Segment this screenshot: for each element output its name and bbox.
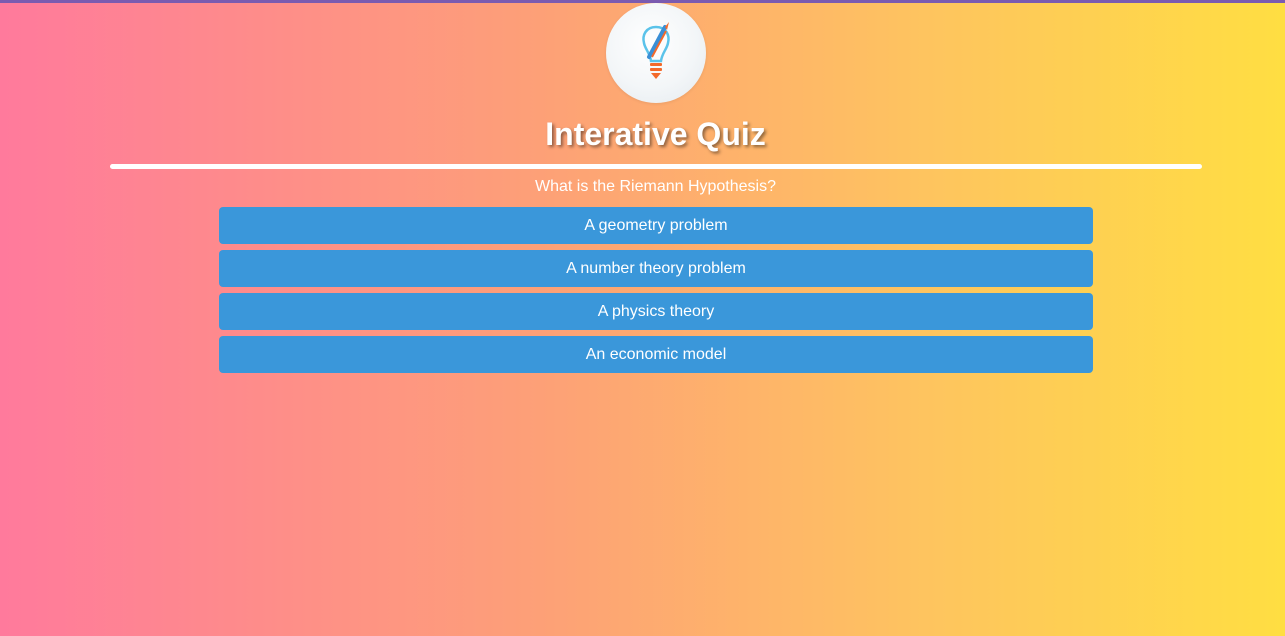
page-title: Interative Quiz [545, 116, 766, 152]
answer-list: A geometry problem A number theory probl… [219, 207, 1093, 379]
answer-button-physics[interactable]: A physics theory [219, 293, 1093, 330]
answer-button-geometry[interactable]: A geometry problem [219, 207, 1093, 244]
title-divider [110, 164, 1202, 169]
lightbulb-pencil-icon [642, 22, 670, 79]
top-accent-bar [0, 0, 1285, 3]
answer-button-number-theory[interactable]: A number theory problem [219, 250, 1093, 287]
question-text: What is the Riemann Hypothesis? [535, 178, 776, 195]
answer-button-economic[interactable]: An economic model [219, 336, 1093, 373]
quiz-logo [606, 3, 706, 103]
